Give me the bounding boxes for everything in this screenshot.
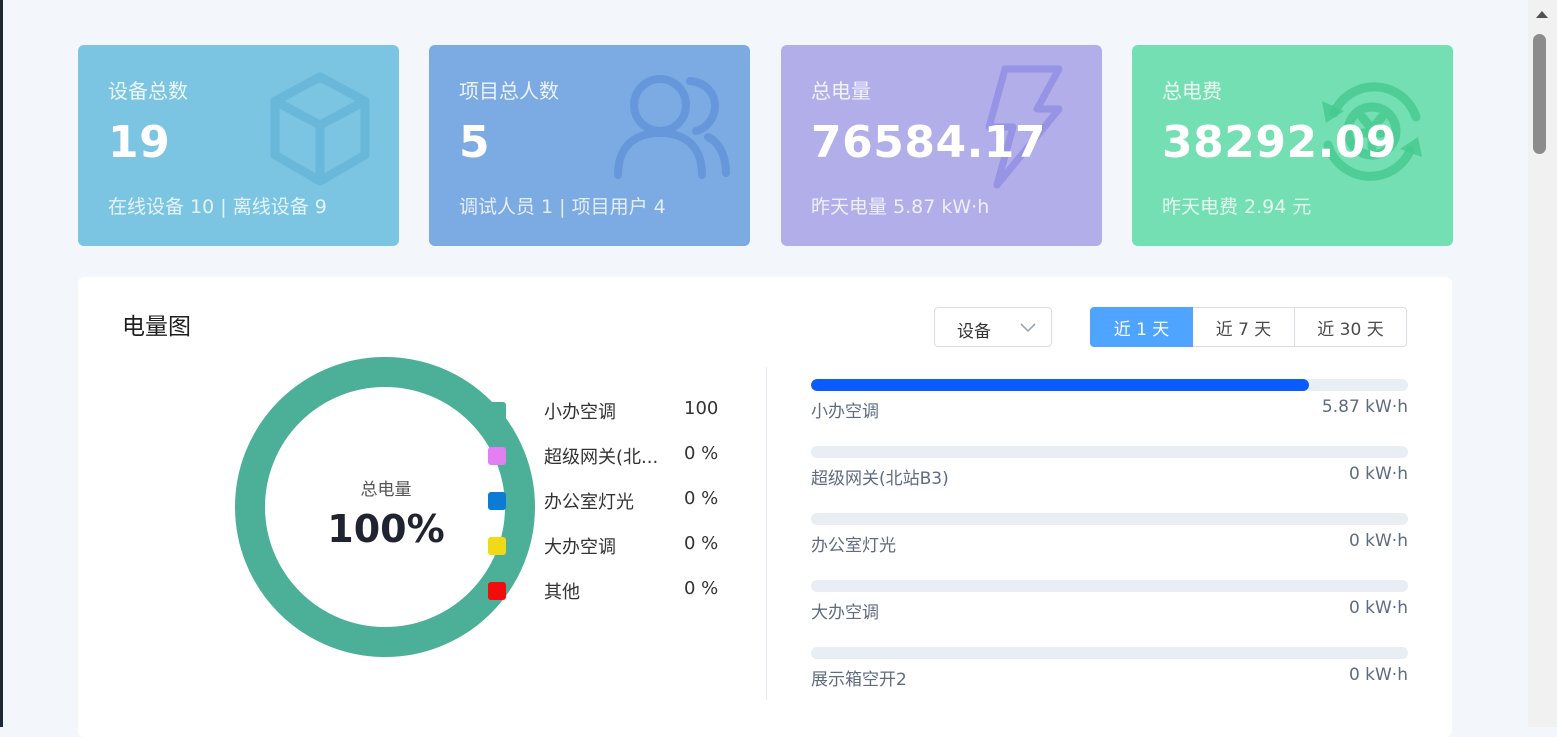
card-value: 5: [459, 117, 491, 168]
legend-percent: 0 %: [684, 533, 719, 554]
legend-swatch: [488, 492, 506, 510]
card-value: 76584.17: [811, 117, 1047, 168]
legend-name: 其他: [544, 582, 580, 603]
legend-percent: 100: [684, 398, 719, 419]
device-select-value: 设备: [957, 322, 991, 342]
card-value: 38292.09: [1162, 117, 1398, 168]
bar-energy-value: 0 kW·h: [1348, 598, 1408, 618]
legend-percent: 0 %: [684, 488, 719, 509]
bar-item: 展示箱空开2 0 kW·h: [811, 647, 1408, 697]
cube-icon: [270, 72, 370, 186]
progress-track: [811, 446, 1408, 458]
legend-item[interactable]: 办公室灯光 0 %: [488, 485, 748, 515]
bar-energy-value: 0 kW·h: [1348, 464, 1408, 484]
progress-track: [811, 580, 1408, 592]
device-select[interactable]: 设备: [934, 307, 1052, 347]
card-title: 总电量: [811, 79, 871, 103]
card-title: 设备总数: [108, 79, 188, 103]
legend-swatch: [488, 537, 506, 555]
card-value: 19: [108, 117, 171, 168]
range-1-day-button[interactable]: 近 1 天: [1090, 307, 1193, 347]
card-project-people: 项目总人数 5 调试人员 1 | 项目用户 4: [429, 45, 750, 246]
legend-swatch: [488, 447, 506, 465]
panel-divider: [766, 367, 767, 700]
bar-device-name: 展示箱空开2: [811, 670, 907, 690]
bar-device-name: 超级网关(北站B3): [811, 469, 949, 489]
bar-device-name: 大办空调: [811, 603, 879, 623]
scrollbar[interactable]: [1528, 0, 1557, 727]
legend-swatch: [488, 402, 506, 420]
range-30-days-button[interactable]: 近 30 天: [1295, 307, 1407, 347]
bar-device-name: 小办空调: [811, 402, 879, 422]
scroll-up-arrow-icon[interactable]: [1536, 11, 1548, 18]
energy-chart-panel: 电量图 设备 近 1 天 近 7 天 近 30 天 总电量 100% 小办空调 …: [78, 277, 1452, 737]
bar-energy-value: 0 kW·h: [1348, 531, 1408, 551]
chevron-down-icon: [1020, 323, 1036, 333]
bar-item: 小办空调 5.87 kW·h: [811, 379, 1408, 429]
bar-device-name: 办公室灯光: [811, 536, 896, 556]
legend-name: 小办空调: [544, 402, 616, 423]
legend-item[interactable]: 超级网关(北... 0 %: [488, 440, 748, 470]
card-subtitle: 调试人员 1 | 项目用户 4: [459, 196, 666, 218]
panel-title: 电量图: [122, 314, 191, 340]
legend-percent: 0 %: [684, 443, 719, 464]
range-7-days-button[interactable]: 近 7 天: [1193, 307, 1295, 347]
card-subtitle: 昨天电费 2.94 元: [1162, 196, 1312, 218]
legend-item[interactable]: 大办空调 0 %: [488, 530, 748, 560]
scroll-thumb[interactable]: [1533, 34, 1546, 154]
bar-item: 超级网关(北站B3) 0 kW·h: [811, 446, 1408, 496]
legend-item[interactable]: 小办空调 100: [488, 395, 748, 425]
bar-item: 办公室灯光 0 kW·h: [811, 513, 1408, 563]
card-total-cost: 总电费 38292.09 昨天电费 2.94 元: [1132, 45, 1453, 246]
card-subtitle: 在线设备 10 | 离线设备 9: [108, 196, 327, 218]
window-edge: [0, 0, 3, 727]
card-subtitle: 昨天电量 5.87 kW·h: [811, 196, 990, 218]
bar-energy-value: 5.87 kW·h: [1321, 397, 1408, 417]
bar-energy-value: 0 kW·h: [1348, 665, 1408, 685]
progress-fill: [811, 379, 1309, 391]
card-total-energy: 总电量 76584.17 昨天电量 5.87 kW·h: [781, 45, 1102, 246]
legend-name: 大办空调: [544, 537, 616, 558]
legend-name: 办公室灯光: [544, 492, 634, 513]
legend-percent: 0 %: [684, 578, 719, 599]
card-title: 项目总人数: [459, 79, 559, 103]
time-range-tabs: 近 1 天 近 7 天 近 30 天: [1090, 307, 1407, 347]
users-icon: [614, 75, 730, 179]
progress-track: [811, 379, 1408, 391]
legend-item[interactable]: 其他 0 %: [488, 575, 748, 605]
card-device-total: 设备总数 19 在线设备 10 | 离线设备 9: [78, 45, 399, 246]
legend-name: 超级网关(北...: [544, 447, 659, 468]
progress-track: [811, 513, 1408, 525]
card-title: 总电费: [1162, 79, 1222, 103]
legend-swatch: [488, 582, 506, 600]
bar-item: 大办空调 0 kW·h: [811, 580, 1408, 630]
progress-track: [811, 647, 1408, 659]
